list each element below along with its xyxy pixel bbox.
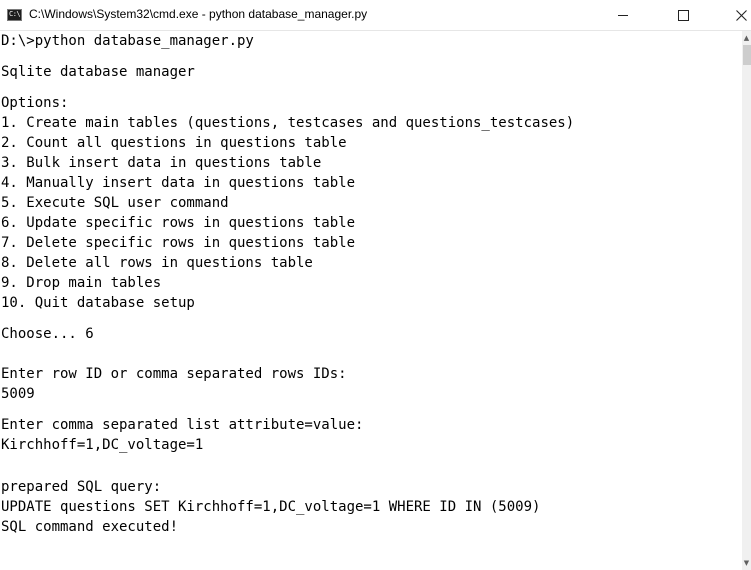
console-line-option: 5. Execute SQL user command — [1, 195, 229, 211]
console-line-choice: Choose... 6 — [1, 326, 94, 342]
console-line-prompt: Enter comma separated list attribute=val… — [1, 417, 364, 433]
minimize-icon — [618, 14, 628, 16]
console-line-option: 10. Quit database setup — [1, 295, 195, 311]
console-line-option: 7. Delete specific rows in questions tab… — [1, 235, 356, 251]
vertical-scrollbar[interactable]: ▲ ▼ — [742, 31, 751, 570]
minimize-button[interactable] — [600, 0, 646, 30]
console-line-input: Kirchhoff=1,DC_voltage=1 — [1, 437, 204, 453]
console-line-options-label: Options: — [1, 95, 69, 111]
console-line-option: 9. Drop main tables — [1, 275, 162, 291]
console-line-status: SQL command executed! — [1, 519, 179, 535]
console-output[interactable]: D:\>python database_manager.py Sqlite da… — [0, 31, 742, 570]
console-line-input: 5009 — [1, 386, 35, 402]
console-window: C:\ C:\Windows\System32\cmd.exe - python… — [0, 0, 751, 570]
console-line-option: 3. Bulk insert data in questions table — [1, 155, 322, 171]
console-line-output: prepared SQL query: — [1, 479, 162, 495]
close-icon — [735, 9, 747, 21]
maximize-icon — [677, 9, 689, 21]
console-line-option: 2. Count all questions in questions tabl… — [1, 135, 347, 151]
console-line-sql: UPDATE questions SET Kirchhoff=1,DC_volt… — [1, 499, 541, 515]
console-line-option: 4. Manually insert data in questions tab… — [1, 175, 356, 191]
console-line-prompt: Enter row ID or comma separated rows IDs… — [1, 366, 347, 382]
console-icon-label: C:\ — [9, 10, 21, 18]
console-line-command: D:\>python database_manager.py — [1, 33, 254, 49]
console-line-heading: Sqlite database manager — [1, 64, 195, 80]
scroll-up-icon[interactable]: ▲ — [742, 33, 751, 43]
scroll-down-icon[interactable]: ▼ — [742, 558, 751, 568]
close-button[interactable] — [718, 0, 751, 30]
window-title: C:\Windows\System32\cmd.exe - python dat… — [29, 7, 368, 21]
scrollbar-thumb[interactable] — [743, 45, 751, 65]
console-icon[interactable]: C:\ — [7, 9, 22, 21]
title-bar[interactable]: C:\ C:\Windows\System32\cmd.exe - python… — [0, 0, 751, 31]
console-line-option: 8. Delete all rows in questions table — [1, 255, 313, 271]
console-line-option: 6. Update specific rows in questions tab… — [1, 215, 356, 231]
console-line-option: 1. Create main tables (questions, testca… — [1, 115, 575, 131]
maximize-button[interactable] — [660, 0, 706, 30]
